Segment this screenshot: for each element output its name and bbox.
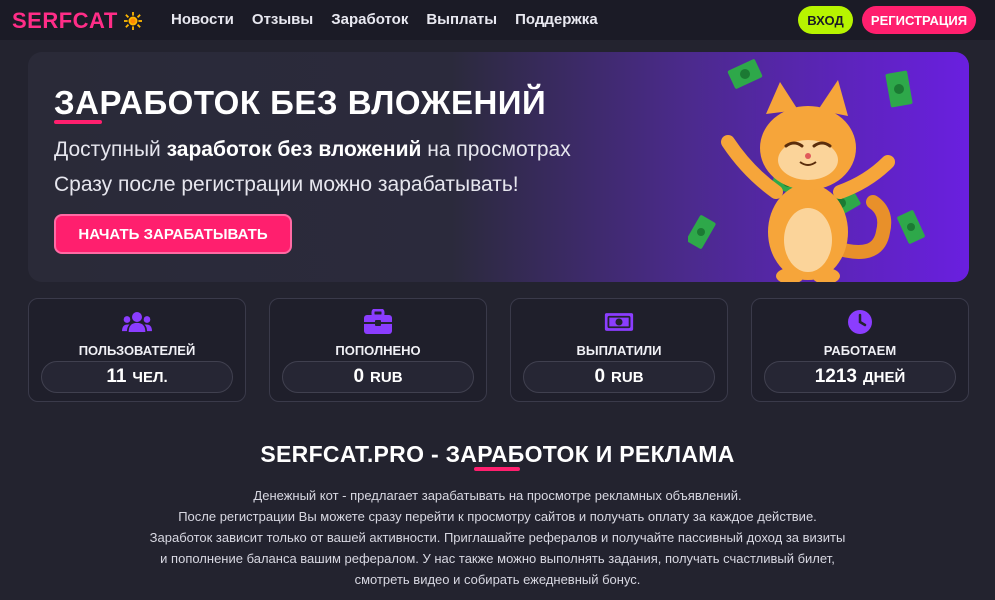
stat-label: РАБОТАЕМ xyxy=(823,343,897,358)
start-earning-button[interactable]: НАЧАТЬ ЗАРАБАТЫВАТЬ xyxy=(54,214,292,254)
users-icon xyxy=(122,312,152,332)
nav-reviews[interactable]: Отзывы xyxy=(252,11,313,28)
register-button[interactable]: РЕГИСТРАЦИЯ xyxy=(862,6,976,34)
about-title-underline xyxy=(474,467,520,471)
stat-value: 1213 ДНЕЙ xyxy=(764,361,956,393)
stat-number: 1213 xyxy=(814,366,857,387)
stat-unit: RUB xyxy=(611,368,644,386)
about-title: SERFCAT.PRO - ЗАРАБОТОК И РЕКЛАМА xyxy=(260,441,735,467)
stat-unit: RUB xyxy=(370,368,403,386)
stat-number: 0 xyxy=(594,366,606,387)
hero-subtitle-1-post: на просмотрах xyxy=(421,138,571,161)
stat-unit: ДНЕЙ xyxy=(862,368,906,386)
logo-text: SERFCAT xyxy=(12,8,118,33)
site-header: SERFCAT Новости Отзывы Заработок Выплаты… xyxy=(0,0,995,40)
cat-with-money-illustration xyxy=(688,59,925,282)
clock-icon xyxy=(848,310,872,334)
stat-value: 11 ЧЕЛ. xyxy=(41,361,233,393)
about-description: Денежный кот - предлагает зарабатывать н… xyxy=(0,485,995,590)
hero-banner: ЗАРАБОТОК БЕЗ ВЛОЖЕНИЙ Доступный заработ… xyxy=(28,52,969,282)
stat-unit: ЧЕЛ. xyxy=(132,368,168,386)
stat-card-users: ПОЛЬЗОВАТЕЛЕЙ 11 ЧЕЛ. xyxy=(28,298,246,402)
hero-title: ЗАРАБОТОК БЕЗ ВЛОЖЕНИЙ xyxy=(54,84,547,121)
nav-payouts[interactable]: Выплаты xyxy=(426,11,497,28)
stat-number: 0 xyxy=(353,366,365,387)
nav-news[interactable]: Новости xyxy=(171,11,234,28)
stat-card-deposited: ПОПОЛНЕНО 0 RUB xyxy=(269,298,487,402)
nav-support[interactable]: Поддержка xyxy=(515,11,598,28)
hero-subtitle-1-bold: заработок без вложений xyxy=(166,138,422,161)
hero-subtitle-1-pre: Доступный xyxy=(54,138,167,161)
stat-value: 0 RUB xyxy=(282,361,474,393)
hero-subtitle-1: Доступный заработок без вложений на прос… xyxy=(54,138,571,162)
nav-earnings[interactable]: Заработок xyxy=(331,11,408,28)
about-line: Денежный кот - предлагает зарабатывать н… xyxy=(253,488,742,503)
main-nav: Новости Отзывы Заработок Выплаты Поддерж… xyxy=(171,11,598,28)
sun-icon xyxy=(123,12,142,30)
banknote-icon xyxy=(727,59,763,89)
stat-label: ПОПОЛНЕНО xyxy=(335,343,421,358)
banknote-icon xyxy=(688,215,716,249)
banknote-icon xyxy=(885,70,913,108)
stat-number: 11 xyxy=(106,366,127,387)
hero-subtitle-2: Сразу после регистрации можно зарабатыва… xyxy=(54,173,519,196)
banknote-icon xyxy=(897,210,925,244)
site-logo[interactable]: SERFCAT xyxy=(12,8,142,34)
briefcase-icon xyxy=(364,309,392,334)
hero-title-underline xyxy=(54,120,102,124)
about-line: и пополнение баланса вашим рефералом. У … xyxy=(160,551,835,566)
about-line: Заработок зависит только от вашей активн… xyxy=(149,530,846,545)
stat-card-paid: ВЫПЛАТИЛИ 0 RUB xyxy=(510,298,728,402)
stat-label: ВЫПЛАТИЛИ xyxy=(576,343,662,358)
stat-card-uptime: РАБОТАЕМ 1213 ДНЕЙ xyxy=(751,298,969,402)
stat-value: 0 RUB xyxy=(523,361,715,393)
login-button[interactable]: ВХОД xyxy=(798,6,853,34)
about-line: После регистрации Вы можете сразу перейт… xyxy=(178,509,817,524)
about-line: смотреть видео и собирать ежедневный бон… xyxy=(354,572,641,587)
banknote-icon xyxy=(604,313,634,331)
stat-label: ПОЛЬЗОВАТЕЛЕЙ xyxy=(78,343,196,358)
